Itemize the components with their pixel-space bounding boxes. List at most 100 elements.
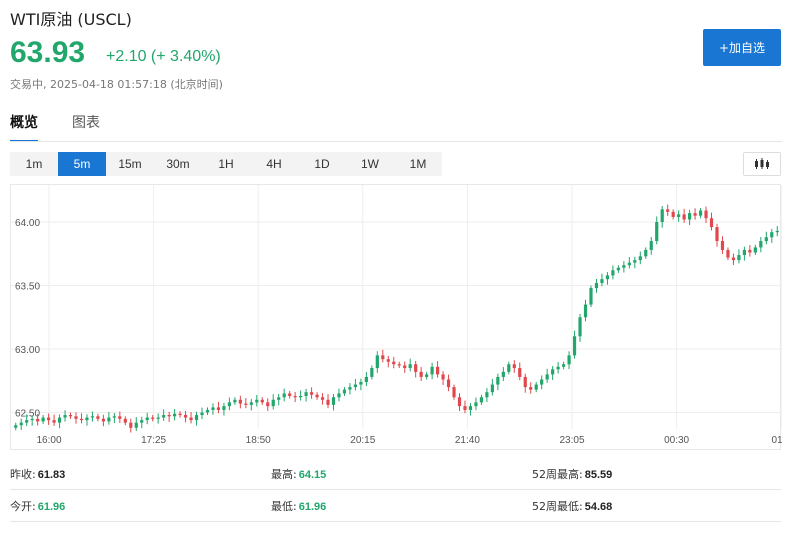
candle-body <box>96 416 100 419</box>
candle-body <box>140 420 144 423</box>
candle-body <box>36 418 40 422</box>
high-stat: 最高: 64.15 <box>271 468 327 481</box>
candle-body <box>293 395 297 398</box>
price-change: +2.10 (+ 3.40%) <box>106 48 221 65</box>
candle-body <box>556 366 560 370</box>
candle-body <box>764 237 768 242</box>
candle-body <box>551 369 555 375</box>
candle-body <box>255 399 259 403</box>
tab-overview[interactable]: 概览 <box>10 112 38 142</box>
candle-body <box>359 382 363 385</box>
candle-body <box>660 209 664 223</box>
x-tick-label: 18:50 <box>246 435 271 446</box>
candle-body <box>134 422 138 428</box>
candle-body <box>649 241 653 250</box>
prev-close-stat: 昨收: 61.83 <box>10 468 66 481</box>
candle-body <box>304 392 308 396</box>
candle-body <box>112 416 116 418</box>
interval-1m[interactable]: 1m <box>10 152 58 176</box>
candle-body <box>583 304 588 318</box>
candle-body <box>370 368 374 377</box>
candle-body <box>605 275 610 280</box>
candle-body <box>419 371 423 377</box>
x-tick-label: 20:15 <box>350 435 375 446</box>
candle-body <box>326 399 330 405</box>
candle-body <box>578 317 582 337</box>
interval-30m[interactable]: 30m <box>154 152 202 176</box>
interval-selector: 1m 5m 15m 30m 1H 4H 1D 1W 1M <box>10 152 442 176</box>
x-tick-label: 17:25 <box>141 435 166 446</box>
candle-body <box>266 402 270 407</box>
candle-body <box>167 415 171 417</box>
tab-chart[interactable]: 图表 <box>72 112 100 140</box>
interval-5m[interactable]: 5m <box>58 152 106 176</box>
candle-body <box>348 387 352 390</box>
tab-bar: 概览 图表 <box>10 112 100 142</box>
candle-body <box>567 355 571 365</box>
candle-body <box>233 399 237 403</box>
candle-body <box>468 406 473 410</box>
candle-body <box>227 402 232 407</box>
candle-body <box>47 417 51 421</box>
candle-body <box>677 214 681 217</box>
candle-body <box>260 399 264 403</box>
stats-row: 昨收: 61.83 最高: 64.15 52周最高: 85.59 <box>10 458 781 490</box>
candle-body <box>693 213 697 216</box>
x-tick-label: 00:30 <box>664 435 689 446</box>
candle-body <box>145 417 149 421</box>
candle-body <box>644 249 648 257</box>
candle-body <box>222 406 226 410</box>
candle-body <box>315 394 319 398</box>
add-to-watchlist-button[interactable]: +加自选 <box>703 29 781 66</box>
x-tick-label: 21:40 <box>455 435 480 446</box>
candle-body <box>496 376 500 385</box>
candle-body <box>731 257 736 261</box>
x-tick-label: 16:00 <box>36 435 61 446</box>
candle-body <box>189 417 193 421</box>
candle-body <box>271 399 275 407</box>
candle-body <box>616 267 620 271</box>
interval-1mo[interactable]: 1M <box>394 152 442 176</box>
candle-body <box>600 279 604 283</box>
candle-body <box>353 384 358 388</box>
candle-body <box>129 422 133 428</box>
candle-body <box>381 355 385 360</box>
candle-body <box>337 393 341 398</box>
candle-body <box>123 418 127 423</box>
candle-body <box>671 211 675 217</box>
open-stat: 今开: 61.96 <box>10 500 66 513</box>
candle-body <box>501 371 505 377</box>
week52-high-stat: 52周最高: 85.59 <box>532 468 613 481</box>
candle-body <box>244 403 248 405</box>
candle-body <box>589 288 593 305</box>
interval-4h[interactable]: 4H <box>250 152 298 176</box>
interval-1h[interactable]: 1H <box>202 152 250 176</box>
candle-body <box>30 418 34 421</box>
interval-1w[interactable]: 1W <box>346 152 394 176</box>
candle-body <box>211 407 215 410</box>
candle-body <box>479 397 484 403</box>
price-chart[interactable]: 64.00 63.50 63.00 62.50 16:00 17:25 18:50 20:15… <box>10 184 782 451</box>
stats-table: 昨收: 61.83 最高: 64.15 52周最高: 85.59 今开: 61.96 最… <box>10 458 781 522</box>
candle-body <box>162 415 166 418</box>
candle-body <box>277 397 281 400</box>
y-tick-label: 63.00 <box>15 345 40 356</box>
stats-row: 今开: 61.96 最低: 61.96 52周最低: 54.68 <box>10 490 781 522</box>
candle-body <box>68 415 73 417</box>
trading-status: 交易中, 2025-04-18 01:57:18 (北京时间) <box>10 78 223 91</box>
interval-15m[interactable]: 15m <box>106 152 154 176</box>
candle-body <box>622 265 626 268</box>
interval-1d[interactable]: 1D <box>298 152 346 176</box>
candlestick-chart[interactable]: 64.00 63.50 63.00 62.50 16:00 17:25 18:50 20:15… <box>11 185 782 451</box>
candle-body <box>720 241 725 250</box>
candle-body <box>446 379 451 388</box>
chart-type-button[interactable] <box>743 152 781 176</box>
candle-body <box>90 416 95 418</box>
candle-body <box>698 210 703 216</box>
candle-body <box>742 249 746 256</box>
candle-body <box>173 413 177 417</box>
candle-body <box>572 336 577 356</box>
candle-body <box>282 393 286 398</box>
candle-body <box>386 359 390 362</box>
candle-body <box>41 417 45 422</box>
